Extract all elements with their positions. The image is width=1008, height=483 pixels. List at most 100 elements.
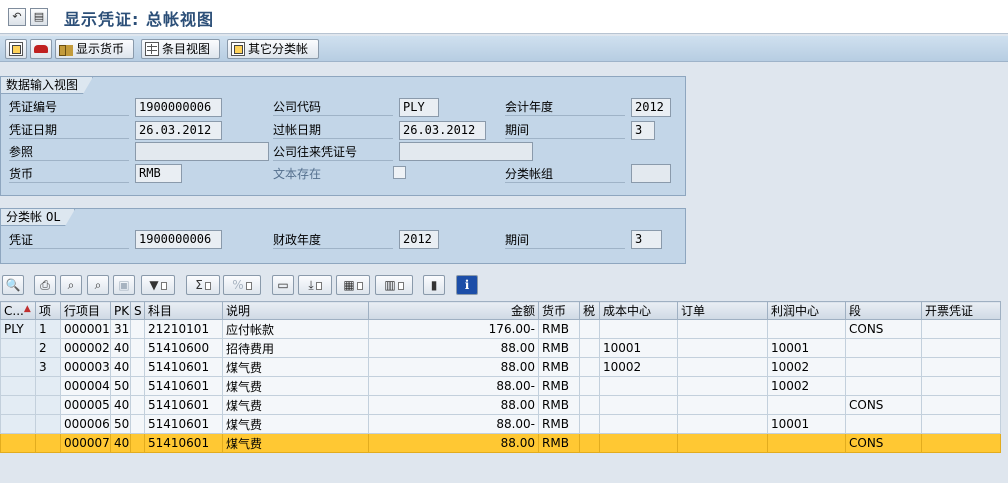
- sum-button[interactable]: Σ: [186, 275, 220, 295]
- cell-billing[interactable]: [921, 433, 1001, 453]
- cell-desc[interactable]: 煤气费: [222, 376, 369, 396]
- export-button[interactable]: ⤓: [298, 275, 332, 295]
- col-header-profit-center[interactable]: 利润中心: [767, 301, 846, 320]
- cell-item[interactable]: 3: [35, 357, 61, 377]
- cell-segment[interactable]: CONS: [845, 395, 922, 415]
- col-header-account[interactable]: 科目: [144, 301, 223, 320]
- cell-tax[interactable]: [579, 433, 600, 453]
- cell-billing[interactable]: [921, 357, 1001, 377]
- arrow-back-icon[interactable]: ↶: [8, 8, 26, 26]
- cell-amount[interactable]: 88.00-: [368, 414, 539, 434]
- cell-currency[interactable]: RMB: [538, 433, 580, 453]
- filter-button[interactable]: ▼: [141, 275, 175, 295]
- cell-order[interactable]: [677, 319, 768, 339]
- table-row[interactable]: 3 000003 40 51410601 煤气费 88.00 RMB 10002 10002: [0, 357, 1001, 377]
- layout-button[interactable]: ▥: [375, 275, 413, 295]
- cell-cost-center[interactable]: [599, 414, 678, 434]
- cell-item[interactable]: 2: [35, 338, 61, 358]
- cell-profit-center[interactable]: [767, 395, 846, 415]
- cell-cost-center[interactable]: [599, 319, 678, 339]
- print-button[interactable]: ⎙: [34, 275, 56, 295]
- doc-number-field[interactable]: 1900000006: [135, 98, 222, 117]
- cell-currency[interactable]: RMB: [538, 376, 580, 396]
- cell-amount[interactable]: 176.00-: [368, 319, 539, 339]
- cell-billing[interactable]: [921, 414, 1001, 434]
- cell-company[interactable]: PLY: [0, 319, 36, 339]
- currency-field[interactable]: RMB: [135, 164, 182, 183]
- cell-company[interactable]: [0, 395, 36, 415]
- cell-profit-center[interactable]: [767, 319, 846, 339]
- cell-item[interactable]: [35, 433, 61, 453]
- cell-segment[interactable]: CONS: [845, 433, 922, 453]
- table-row[interactable]: 000006 50 51410601 煤气费 88.00- RMB 10001: [0, 414, 1001, 434]
- cell-desc[interactable]: 煤气费: [222, 357, 369, 377]
- print-preview-button[interactable]: ▭: [272, 275, 294, 295]
- cell-cost-center[interactable]: 10001: [599, 338, 678, 358]
- doc-date-field[interactable]: 26.03.2012: [135, 121, 222, 140]
- cell-cost-center[interactable]: [599, 395, 678, 415]
- cell-tax[interactable]: [579, 319, 600, 339]
- cell-segment[interactable]: CONS: [845, 319, 922, 339]
- cell-profit-center[interactable]: 10002: [767, 357, 846, 377]
- info-button[interactable]: i: [456, 275, 478, 295]
- entry-view-button[interactable]: 条目视图: [141, 39, 220, 59]
- details-button[interactable]: 🔍: [2, 275, 24, 295]
- cell-profit-center[interactable]: 10002: [767, 376, 846, 396]
- cell-currency[interactable]: RMB: [538, 319, 580, 339]
- cell-tax[interactable]: [579, 395, 600, 415]
- cell-profit-center[interactable]: [767, 433, 846, 453]
- cell-account[interactable]: 51410601: [144, 433, 223, 453]
- find-button[interactable]: ⌕: [60, 275, 82, 295]
- posting-date-field[interactable]: 26.03.2012: [399, 121, 486, 140]
- cell-account[interactable]: 51410601: [144, 357, 223, 377]
- cell-amount[interactable]: 88.00: [368, 395, 539, 415]
- cell-pk[interactable]: 31: [110, 319, 131, 339]
- cell-currency[interactable]: RMB: [538, 338, 580, 358]
- text-exists-checkbox[interactable]: [393, 166, 406, 179]
- col-header-desc[interactable]: 说明: [222, 301, 369, 320]
- cell-company[interactable]: [0, 433, 36, 453]
- cell-profit-center[interactable]: 10001: [767, 414, 846, 434]
- cell-tax[interactable]: [579, 376, 600, 396]
- other-ledger-button[interactable]: 其它分类帐: [227, 39, 319, 59]
- cell-billing[interactable]: [921, 319, 1001, 339]
- cell-company[interactable]: [0, 414, 36, 434]
- table-row[interactable]: 000007 40 51410601 煤气费 88.00 RMB CONS: [0, 433, 1001, 453]
- cell-amount[interactable]: 88.00: [368, 433, 539, 453]
- cell-item[interactable]: [35, 414, 61, 434]
- cell-account[interactable]: 51410600: [144, 338, 223, 358]
- cell-pk[interactable]: 50: [110, 376, 131, 396]
- spreadsheet-button[interactable]: ▦: [336, 275, 370, 295]
- cell-pk[interactable]: 50: [110, 414, 131, 434]
- cell-s[interactable]: [130, 376, 145, 396]
- col-header-tax[interactable]: 税: [579, 301, 600, 320]
- cell-line[interactable]: 000001: [60, 319, 111, 339]
- cell-desc[interactable]: 招待费用: [222, 338, 369, 358]
- menu-icon[interactable]: ▤: [30, 8, 48, 26]
- cell-pk[interactable]: 40: [110, 338, 131, 358]
- table-row[interactable]: 000004 50 51410601 煤气费 88.00- RMB 10002: [0, 376, 1001, 396]
- cell-item[interactable]: [35, 376, 61, 396]
- col-header-pk[interactable]: PK: [110, 301, 131, 320]
- subtotal-button[interactable]: %: [223, 275, 261, 295]
- cell-line[interactable]: 000005: [60, 395, 111, 415]
- col-header-currency[interactable]: 货币: [538, 301, 580, 320]
- cell-s[interactable]: [130, 338, 145, 358]
- cell-currency[interactable]: RMB: [538, 395, 580, 415]
- cell-account[interactable]: 51410601: [144, 414, 223, 434]
- ledger-period-field[interactable]: 3: [631, 230, 662, 249]
- col-header-c[interactable]: C...▲: [0, 301, 36, 320]
- display-currency-button[interactable]: 显示货币: [55, 39, 134, 59]
- cell-pk[interactable]: 40: [110, 395, 131, 415]
- fiscal-year-field[interactable]: 2012: [631, 98, 671, 117]
- cell-order[interactable]: [677, 433, 768, 453]
- cell-segment[interactable]: [845, 357, 922, 377]
- cell-pk[interactable]: 40: [110, 433, 131, 453]
- cell-s[interactable]: [130, 319, 145, 339]
- cell-item[interactable]: 1: [35, 319, 61, 339]
- cell-cost-center[interactable]: 10002: [599, 357, 678, 377]
- table-row[interactable]: 000005 40 51410601 煤气费 88.00 RMB CONS: [0, 395, 1001, 415]
- col-header-segment[interactable]: 段: [845, 301, 922, 320]
- cell-company[interactable]: [0, 338, 36, 358]
- cell-order[interactable]: [677, 338, 768, 358]
